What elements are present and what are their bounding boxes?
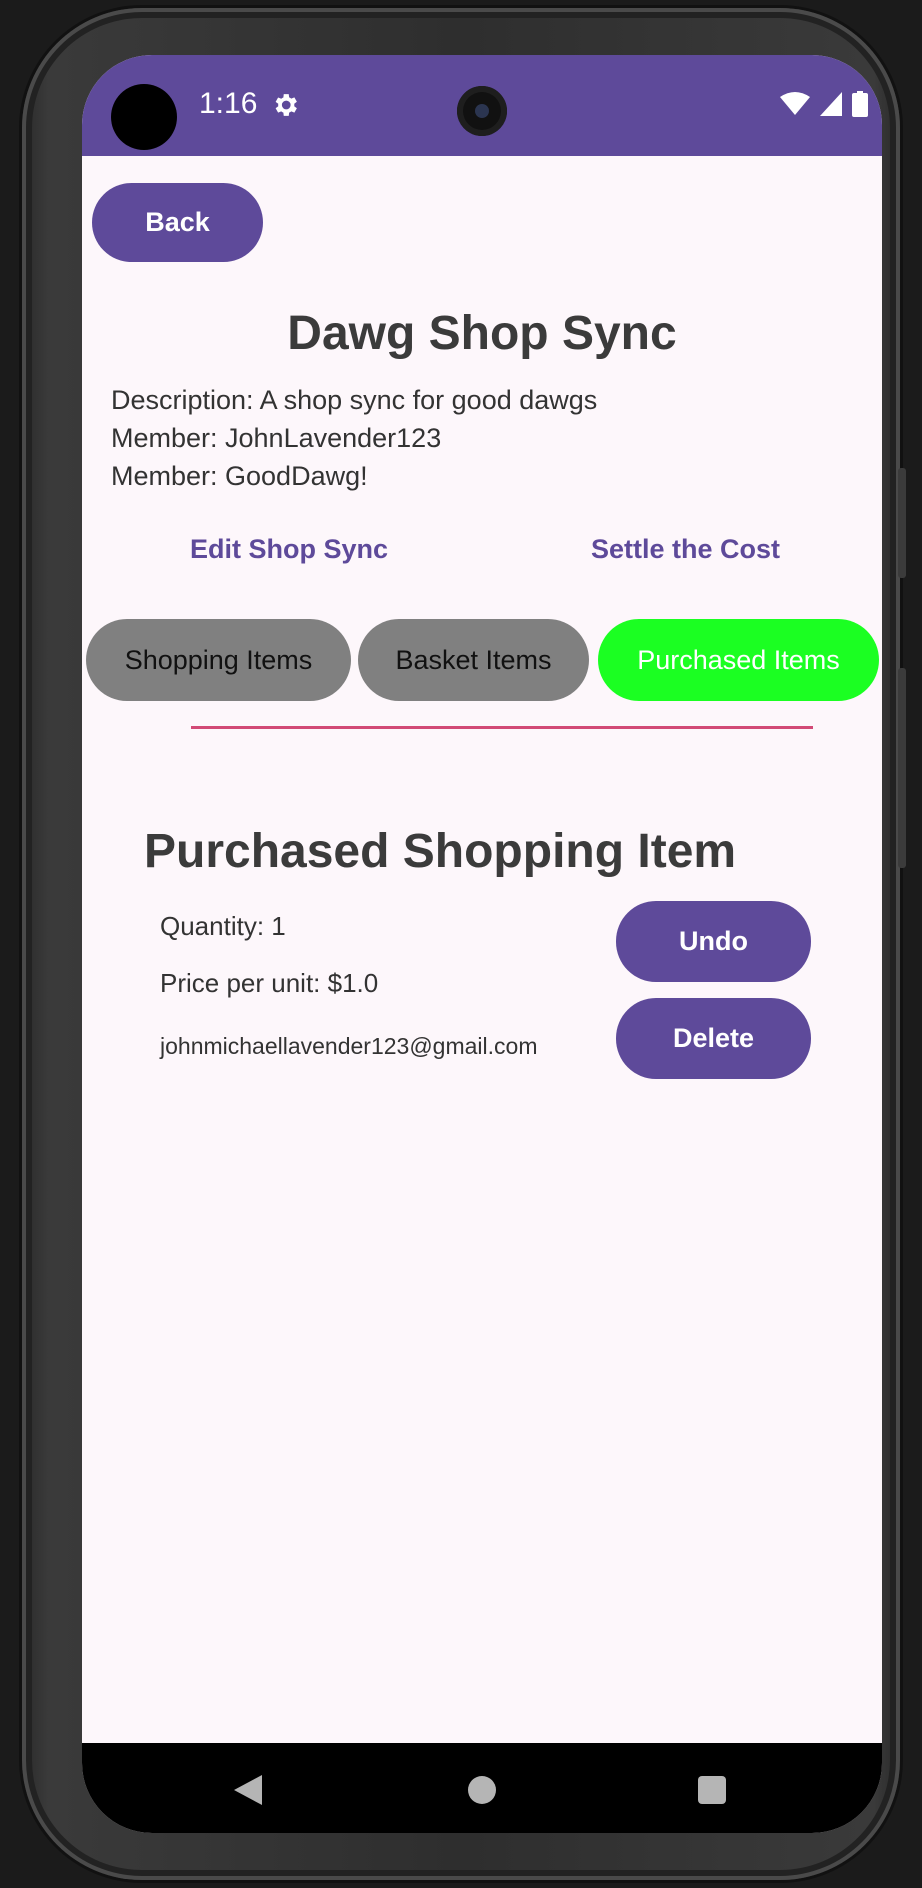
item-name: Purchased Shopping Item: [144, 825, 737, 878]
member-text: Member: JohnLavender123: [111, 423, 442, 453]
battery-icon: [852, 91, 868, 117]
settle-cost-button[interactable]: Settle the Cost: [591, 534, 780, 565]
item-quantity: Quantity: 1: [160, 911, 286, 941]
back-icon[interactable]: [234, 1775, 262, 1805]
cellular-signal-icon: [820, 92, 842, 116]
phone-screen: 1:16 Back Dawg Shop Sync Description: A …: [82, 55, 882, 1833]
front-camera: [457, 86, 507, 136]
edit-shop-sync-button[interactable]: Edit Shop Sync: [190, 534, 388, 565]
tab-purchased-items[interactable]: Purchased Items: [598, 619, 879, 701]
settings-gear-icon: [275, 94, 297, 116]
wifi-icon: [780, 92, 810, 115]
system-icons: [780, 91, 868, 117]
status-bar: 1:16: [82, 55, 882, 156]
member-text: Member: GoodDawg!: [111, 461, 368, 491]
tab-shopping-items[interactable]: Shopping Items: [86, 619, 351, 701]
tab-basket-items[interactable]: Basket Items: [358, 619, 589, 701]
home-icon[interactable]: [468, 1776, 496, 1804]
navigation-bar: [82, 1743, 882, 1833]
power-button: [898, 468, 906, 578]
main-content: Back Dawg Shop Sync Description: A shop …: [82, 156, 882, 1743]
recents-icon[interactable]: [698, 1776, 726, 1804]
status-time: 1:16: [199, 87, 258, 120]
item-price: Price per unit: $1.0: [160, 968, 379, 998]
description-text: Description: A shop sync for good dawgs: [111, 385, 598, 415]
undo-button[interactable]: Undo: [616, 901, 811, 982]
volume-button: [898, 668, 906, 868]
section-divider: [191, 726, 813, 729]
item-purchaser-email: johnmichaellavender123@gmail.com: [160, 1033, 538, 1059]
camera-cutout: [111, 84, 177, 150]
device-frame: 1:16 Back Dawg Shop Sync Description: A …: [22, 8, 906, 1880]
shop-sync-info: Description: A shop sync for good dawgs …: [111, 381, 597, 495]
back-button[interactable]: Back: [92, 183, 263, 262]
page-title: Dawg Shop Sync: [287, 307, 677, 360]
delete-button[interactable]: Delete: [616, 998, 811, 1079]
